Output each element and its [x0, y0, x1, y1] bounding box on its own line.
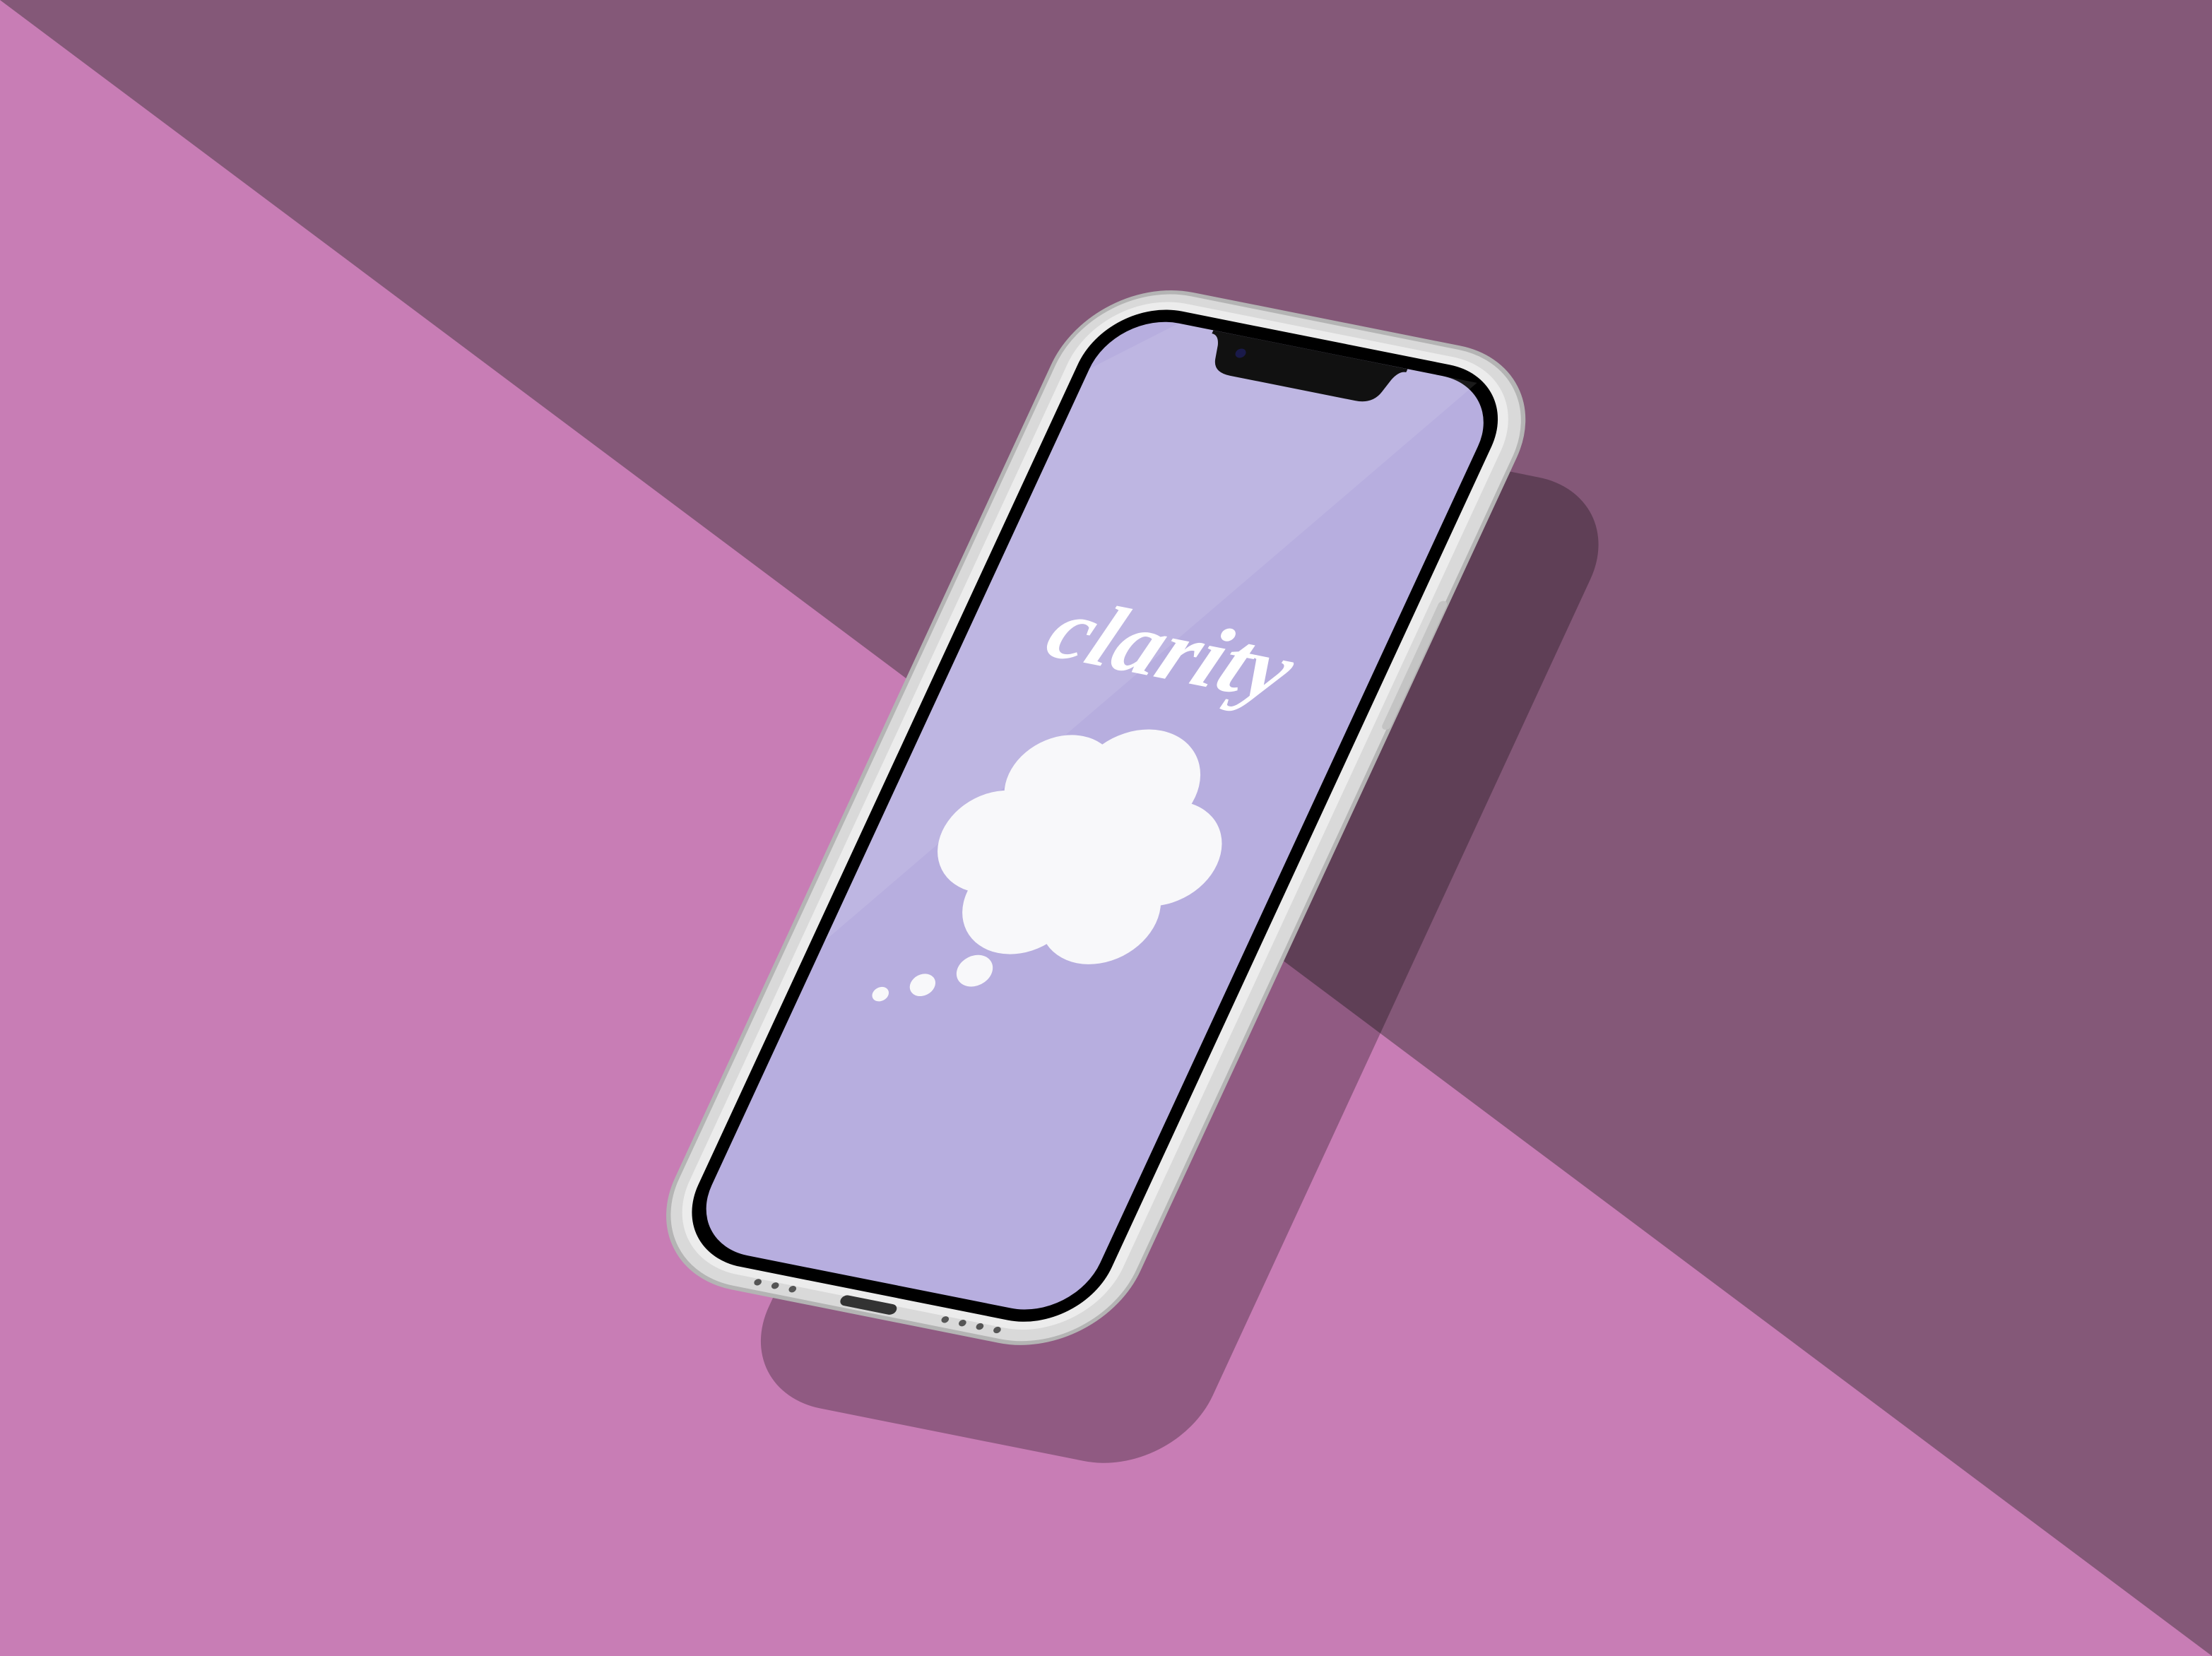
phone-mockup-scene: clarity [0, 0, 2212, 1656]
